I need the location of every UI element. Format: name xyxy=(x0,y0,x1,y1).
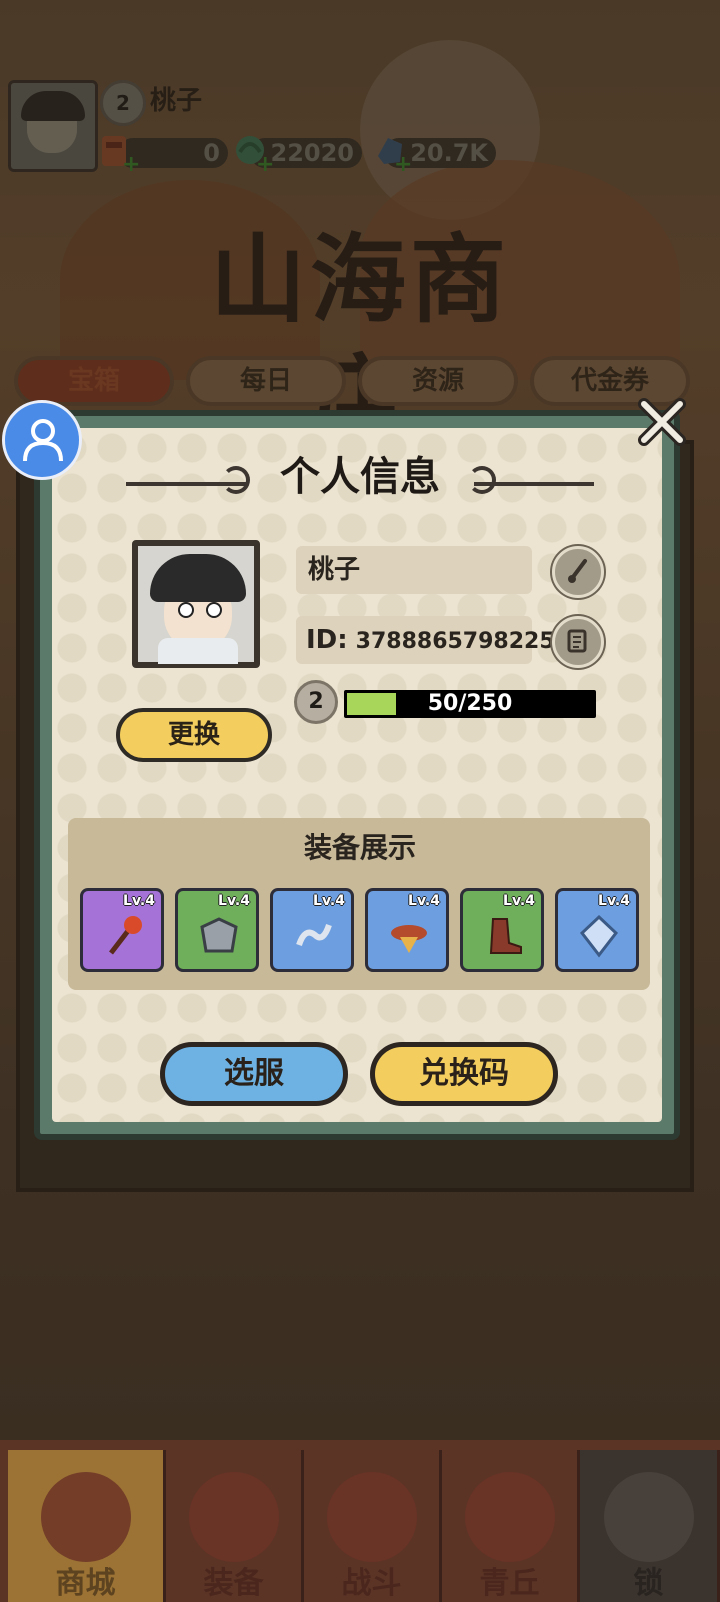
player-name-field: 桃子 xyxy=(296,546,532,594)
experience-text: 50/250 xyxy=(427,691,513,716)
crossed-swords-icon xyxy=(326,1472,417,1562)
armor-icon xyxy=(200,917,238,953)
equipment-title: 装备展示 xyxy=(303,831,416,864)
amulet-icon xyxy=(579,914,619,958)
nav-label: 战斗 xyxy=(341,1566,402,1601)
chain-icon xyxy=(296,923,332,947)
modal-title: 个人信息 xyxy=(280,454,440,500)
portrait-hair xyxy=(150,554,246,602)
boots-icon xyxy=(489,918,522,954)
equipment-slot[interactable]: Lv.4 xyxy=(270,888,354,972)
mountain-icon xyxy=(464,1472,555,1562)
nav-item-locked[interactable]: 锁 xyxy=(580,1450,720,1602)
id-value: 378886579822592 xyxy=(355,629,586,654)
nav-label: 装备 xyxy=(203,1566,264,1601)
change-avatar-button[interactable]: 更换 xyxy=(116,708,272,762)
helmet-icon xyxy=(188,1472,279,1562)
nav-label: 锁 xyxy=(633,1566,664,1601)
nav-item-shop[interactable]: 商城 xyxy=(8,1450,166,1602)
profile-portrait xyxy=(132,540,260,668)
shop-icon xyxy=(40,1472,131,1562)
lock-icon xyxy=(603,1472,694,1562)
equipment-slot[interactable]: Lv.4 xyxy=(555,888,639,972)
close-icon[interactable] xyxy=(636,396,688,448)
equipment-slot[interactable]: Lv.4 xyxy=(365,888,449,972)
brush-icon xyxy=(568,559,587,583)
title-swirl-right xyxy=(468,466,496,494)
copy-icon xyxy=(567,629,587,653)
nav-label: 青丘 xyxy=(479,1566,540,1601)
portrait-collar xyxy=(158,638,238,664)
copy-id-button[interactable] xyxy=(552,616,604,668)
equipment-level: Lv.4 xyxy=(408,893,440,909)
belt-icon xyxy=(391,925,427,953)
equipment-level: Lv.4 xyxy=(598,893,630,909)
profile-modal xyxy=(34,410,680,1140)
equipment-level: Lv.4 xyxy=(503,893,535,909)
equipment-slot[interactable]: Lv.4 xyxy=(460,888,544,972)
experience-bar: 50/250 xyxy=(344,690,596,718)
equipment-slot[interactable]: Lv.4 xyxy=(175,888,259,972)
profile-modal-paper xyxy=(52,428,662,1122)
equipment-level: Lv.4 xyxy=(313,893,345,909)
nav-item-equipment[interactable]: 装备 xyxy=(166,1450,304,1602)
nav-label: 商城 xyxy=(55,1566,116,1601)
player-id-field: ID: 378886579822592 xyxy=(296,616,585,664)
flame-staff-icon xyxy=(109,916,142,955)
id-label: ID: xyxy=(306,625,348,655)
equipment-level: Lv.4 xyxy=(218,893,250,909)
redeem-code-button[interactable]: 兑换码 xyxy=(370,1042,558,1106)
title-divider-right xyxy=(474,482,594,486)
portrait-eye xyxy=(206,602,222,618)
select-server-button[interactable]: 选服 xyxy=(160,1042,348,1106)
portrait-eye xyxy=(178,602,194,618)
profile-level-badge: 2 xyxy=(294,680,338,724)
equipment-slot[interactable]: Lv.4 xyxy=(80,888,164,972)
equipment-level: Lv.4 xyxy=(123,893,155,909)
nav-item-qingqiu[interactable]: 青丘 xyxy=(442,1450,580,1602)
edit-name-button[interactable] xyxy=(552,546,604,598)
nav-item-battle[interactable]: 战斗 xyxy=(304,1450,442,1602)
